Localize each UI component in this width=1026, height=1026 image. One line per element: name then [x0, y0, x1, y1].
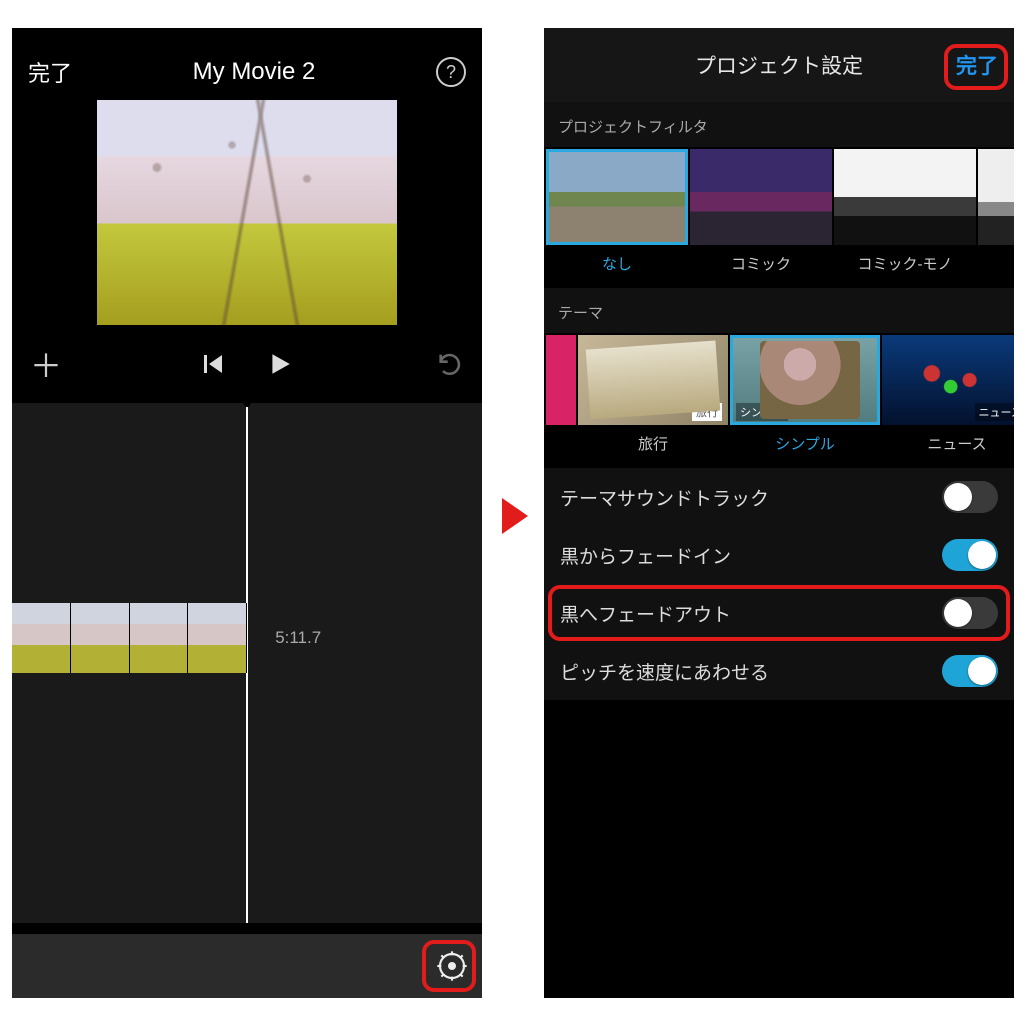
- help-icon[interactable]: ?: [436, 57, 466, 87]
- toggle-switch[interactable]: [942, 597, 998, 629]
- theme-prev-peek[interactable]: [546, 335, 576, 466]
- theme-label: シンプル: [730, 425, 880, 466]
- toggle-label: テーマサウンドトラック: [560, 484, 769, 511]
- toggle-label: 黒からフェードイン: [560, 542, 731, 569]
- project-settings-screen: プロジェクト設定 完了 プロジェクトフィルタ なし コミック コミック-モノ イ…: [544, 28, 1014, 998]
- toggle-label: ピッチを速度にあわせる: [560, 658, 769, 685]
- toggle-switch[interactable]: [942, 481, 998, 513]
- settings-title: プロジェクト設定: [695, 50, 863, 80]
- theme-simple[interactable]: シンプル シンプル: [730, 335, 880, 466]
- theme-badge: シンプル: [736, 403, 788, 421]
- video-clip[interactable]: [12, 603, 247, 673]
- gear-icon: [436, 950, 468, 982]
- skip-back-icon[interactable]: [201, 352, 225, 376]
- transport-bar: ＋: [12, 325, 482, 403]
- toggle-switch[interactable]: [942, 655, 998, 687]
- theme-badge: ニュース: [975, 403, 1014, 421]
- filter-thumb: [978, 149, 1014, 245]
- theme-travel[interactable]: 旅行 旅行: [578, 335, 728, 466]
- theme-thumb: ニュース: [882, 335, 1014, 425]
- theme-badge: 旅行: [692, 403, 722, 421]
- filter-thumb: [546, 149, 688, 245]
- done-button[interactable]: 完了: [28, 56, 72, 88]
- filter-thumb: [690, 149, 832, 245]
- undo-icon[interactable]: [436, 350, 464, 378]
- filter-comic[interactable]: コミック: [690, 149, 832, 286]
- theme-label: [546, 425, 576, 445]
- theme-section-label: テーマ: [544, 288, 1014, 333]
- theme-thumb: シンプル: [730, 335, 880, 425]
- editor-footer: [12, 934, 482, 998]
- toggle-list: テーマサウンドトラック 黒からフェードイン 黒へフェードアウト ピッチを速度にあ…: [544, 468, 1014, 700]
- video-preview[interactable]: [97, 100, 397, 325]
- filter-label: コミック-モノ: [834, 245, 976, 286]
- timeline[interactable]: 5:11.7: [12, 403, 482, 923]
- play-icon[interactable]: [267, 351, 293, 377]
- toggle-label: 黒へフェードアウト: [560, 600, 731, 627]
- theme-label: ニュース: [882, 425, 1014, 466]
- editor-header: 完了 My Movie 2 ?: [12, 28, 482, 100]
- theme-thumb: 旅行: [578, 335, 728, 425]
- settings-button[interactable]: [436, 950, 468, 982]
- filter-none[interactable]: なし: [546, 149, 688, 286]
- toggle-switch[interactable]: [942, 539, 998, 571]
- arrow-icon: [502, 498, 528, 534]
- theme-list[interactable]: 旅行 旅行 シンプル シンプル ニュース ニュース: [544, 333, 1014, 468]
- filter-label: コミック: [690, 245, 832, 286]
- done-button[interactable]: 完了: [956, 50, 998, 80]
- filter-section-label: プロジェクトフィルタ: [544, 102, 1014, 147]
- theme-news[interactable]: ニュース ニュース: [882, 335, 1014, 466]
- editor-screen: 完了 My Movie 2 ? ＋: [12, 28, 482, 998]
- add-media-button[interactable]: ＋: [30, 341, 62, 387]
- filter-ink[interactable]: インク: [978, 149, 1014, 286]
- filter-comic-mono[interactable]: コミック-モノ: [834, 149, 976, 286]
- toggle-fade-out-to-black: 黒へフェードアウト: [544, 584, 1014, 642]
- theme-label: 旅行: [578, 425, 728, 466]
- filter-thumb: [834, 149, 976, 245]
- filter-label: インク: [978, 245, 1014, 286]
- toggle-theme-soundtrack: テーマサウンドトラック: [544, 468, 1014, 526]
- project-title: My Movie 2: [193, 58, 316, 86]
- settings-header: プロジェクト設定 完了: [544, 28, 1014, 102]
- toggle-fade-in-from-black: 黒からフェードイン: [544, 526, 1014, 584]
- filter-label: なし: [546, 245, 688, 286]
- toggle-match-pitch-to-speed: ピッチを速度にあわせる: [544, 642, 1014, 700]
- theme-thumb: [546, 335, 576, 425]
- filter-list[interactable]: なし コミック コミック-モノ インク: [544, 147, 1014, 288]
- timecode-label: 5:11.7: [275, 628, 321, 648]
